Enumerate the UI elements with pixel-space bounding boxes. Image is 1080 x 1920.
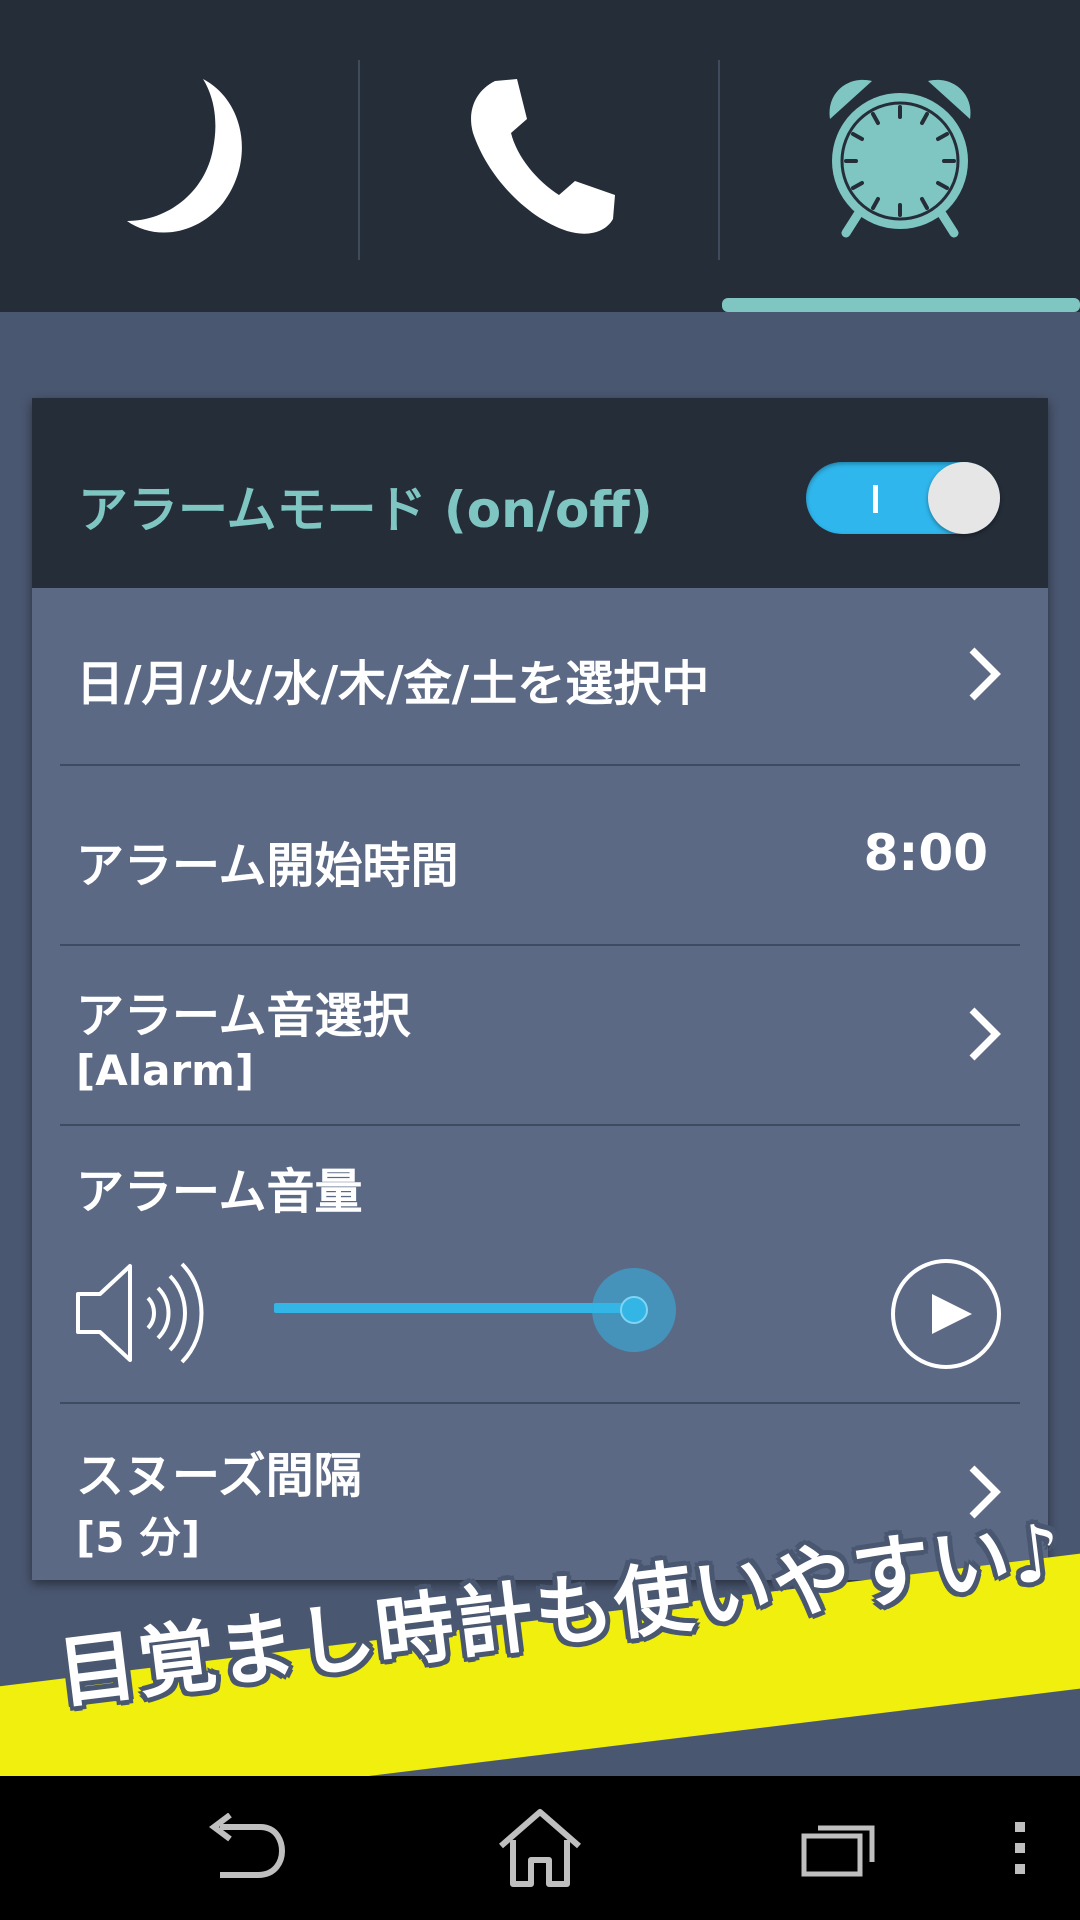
start-time-row[interactable]: アラーム開始時間 8:00 bbox=[32, 766, 1048, 944]
tab-alarm[interactable] bbox=[720, 0, 1080, 312]
home-icon bbox=[499, 1809, 581, 1887]
tab-phone[interactable] bbox=[360, 0, 720, 312]
start-time-value: 8:00 bbox=[863, 824, 988, 882]
home-button[interactable] bbox=[480, 1776, 600, 1920]
tab-sleep[interactable] bbox=[0, 0, 360, 312]
alarm-clock-icon bbox=[829, 79, 971, 238]
chevron-right-icon bbox=[969, 647, 1001, 701]
days-row[interactable]: 日/月/火/水/木/金/土を選択中 bbox=[32, 588, 1048, 764]
volume-label: アラーム音量 bbox=[76, 1164, 363, 1220]
speaker-icon bbox=[76, 1262, 204, 1364]
sound-value: [Alarm] bbox=[76, 1046, 255, 1095]
recent-apps-button[interactable] bbox=[780, 1776, 900, 1920]
phone-icon bbox=[471, 79, 615, 234]
toggle-knob[interactable] bbox=[928, 462, 1000, 534]
sound-row[interactable]: アラーム音選択 [Alarm] bbox=[32, 946, 1048, 1124]
snooze-label: スヌーズ間隔 bbox=[76, 1448, 362, 1504]
volume-slider-track[interactable] bbox=[274, 1303, 634, 1313]
active-tab-indicator bbox=[722, 298, 1080, 312]
overflow-menu-button[interactable] bbox=[990, 1776, 1050, 1920]
sound-label: アラーム音選択 bbox=[76, 988, 411, 1044]
back-icon bbox=[209, 1813, 286, 1878]
moon-icon bbox=[127, 79, 242, 233]
play-icon bbox=[932, 1294, 972, 1334]
snooze-value: [5 分] bbox=[76, 1513, 201, 1562]
alarm-mode-toggle[interactable] bbox=[806, 462, 1000, 534]
system-nav-bar bbox=[0, 1776, 1080, 1920]
back-button[interactable] bbox=[180, 1776, 300, 1920]
start-time-label: アラーム開始時間 bbox=[76, 838, 459, 894]
toggle-on-mark bbox=[873, 485, 878, 513]
top-tab-bar bbox=[0, 0, 1080, 312]
alarm-mode-label: アラームモード (on/off) bbox=[78, 481, 653, 539]
chevron-right-icon bbox=[969, 1007, 1001, 1061]
menu-icon bbox=[1015, 1822, 1025, 1874]
volume-slider-thumb[interactable] bbox=[620, 1296, 648, 1324]
days-label: 日/月/火/水/木/金/土を選択中 bbox=[76, 656, 710, 712]
alarm-settings-card: アラームモード (on/off) 日/月/火/水/木/金/土を選択中 アラーム開… bbox=[32, 398, 1048, 1580]
recent-apps-icon bbox=[801, 1825, 875, 1877]
play-preview-button[interactable] bbox=[890, 1258, 1002, 1370]
alarm-mode-row: アラームモード (on/off) bbox=[32, 398, 1048, 588]
